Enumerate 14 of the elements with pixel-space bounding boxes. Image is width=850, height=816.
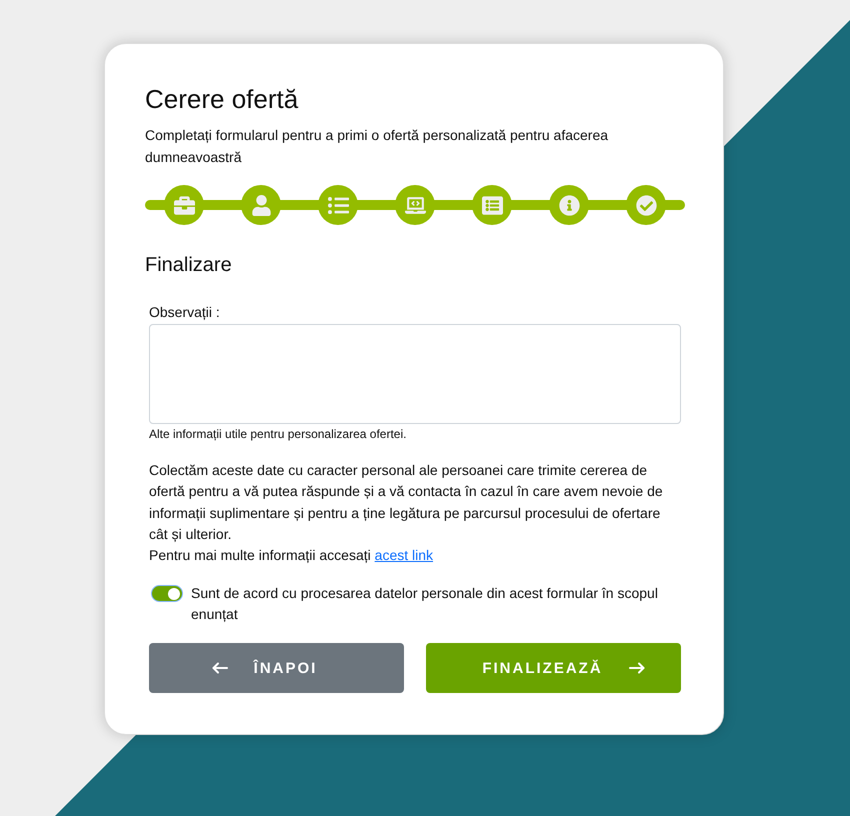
- info-link[interactable]: acest link: [374, 547, 434, 564]
- form-subtitle: Completați formularul pentru a primi o ofertă personalizată pentru afacerea dumneavoastră: [145, 126, 610, 167]
- privacy-text: Colectăm aceste date cu caracter personal ale persoanei care trimite cererea de ofertă pentru a vă putea răspunde și a vă contacta în cazul în care avem nevoie de informații suplimentare și pentru a ține legătura pe parcursul procesului de ofertare cât și ulterior.: [149, 461, 664, 544]
- section-title: Finalizare: [145, 253, 233, 277]
- arrow-left-icon: [212, 662, 228, 674]
- finish-button[interactable]: FINALIZEAZĂ: [426, 643, 681, 694]
- toggle-switch[interactable]: [151, 585, 183, 602]
- consent-label: Sunt de acord cu procesarea datelor personale din acest formular în scopul enunțat: [191, 584, 659, 624]
- more-info-text: Pentru mai multe informații accesați acest link: [149, 546, 434, 566]
- back-button[interactable]: ÎNAPOI: [149, 643, 404, 694]
- field-label: Observații :: [149, 303, 220, 321]
- arrow-right-icon: [628, 662, 645, 674]
- form-title: Cerere ofertă: [145, 83, 300, 115]
- field-help-text: Alte informații utile pentru personalizarea ofertei.: [149, 427, 406, 441]
